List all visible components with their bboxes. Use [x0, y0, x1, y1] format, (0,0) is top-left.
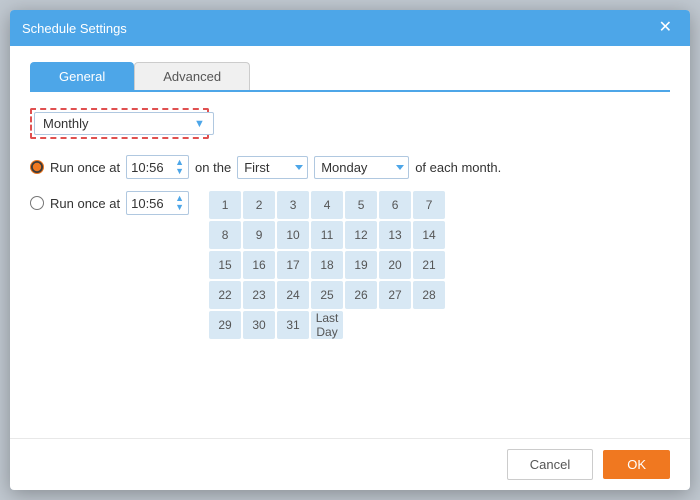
time-down-2[interactable]: ▼ [175, 203, 184, 212]
cal-day-19[interactable]: 19 [345, 251, 377, 279]
cal-day-28[interactable]: 28 [413, 281, 445, 309]
cal-day-10[interactable]: 10 [277, 221, 309, 249]
cal-day-5[interactable]: 5 [345, 191, 377, 219]
schedule-type-wrapper: Monthly Once Daily Weekly ▼ [30, 108, 209, 139]
cal-day-18[interactable]: 18 [311, 251, 343, 279]
calendar-grid: 1 2 3 4 5 6 7 8 9 10 11 12 13 14 15 16 1… [209, 191, 445, 339]
cal-day-9[interactable]: 9 [243, 221, 275, 249]
cal-day-6[interactable]: 6 [379, 191, 411, 219]
cal-day-21[interactable]: 21 [413, 251, 445, 279]
option2-row: Run once at ▲ ▼ [30, 191, 189, 215]
cal-day-13[interactable]: 13 [379, 221, 411, 249]
cancel-button[interactable]: Cancel [507, 449, 593, 480]
cal-day-4[interactable]: 4 [311, 191, 343, 219]
cal-day-2[interactable]: 2 [243, 191, 275, 219]
ok-button[interactable]: OK [603, 450, 670, 479]
cal-day-15[interactable]: 15 [209, 251, 241, 279]
cal-day-31[interactable]: 31 [277, 311, 309, 339]
cal-day-16[interactable]: 16 [243, 251, 275, 279]
cal-day-8[interactable]: 8 [209, 221, 241, 249]
time-input-wrapper-2: ▲ ▼ [126, 191, 189, 215]
cal-day-23[interactable]: 23 [243, 281, 275, 309]
ordinal-select[interactable]: First Second Third Fourth Last [237, 156, 308, 179]
option2-run-label: Run once at [50, 196, 120, 211]
time-down-1[interactable]: ▼ [175, 167, 184, 176]
time-spinner-1: ▲ ▼ [175, 158, 184, 176]
on-the-label: on the [195, 160, 231, 175]
time-input-1[interactable] [131, 160, 173, 175]
cal-day-26[interactable]: 26 [345, 281, 377, 309]
cal-day-29[interactable]: 29 [209, 311, 241, 339]
cal-day-27[interactable]: 27 [379, 281, 411, 309]
dialog-body: General Advanced Monthly Once Daily Week… [10, 46, 690, 438]
dialog: Schedule Settings ✕ General Advanced Mon… [10, 10, 690, 490]
schedule-type-select[interactable]: Monthly Once Daily Weekly [34, 112, 214, 135]
each-month-label: of each month. [415, 160, 501, 175]
cal-day-22[interactable]: 22 [209, 281, 241, 309]
schedule-type-container: Monthly Once Daily Weekly ▼ [30, 108, 670, 139]
option-row-2: Run once at ▲ ▼ [30, 191, 189, 339]
close-button[interactable]: ✕ [653, 18, 678, 38]
cal-day-24[interactable]: 24 [277, 281, 309, 309]
cal-day-12[interactable]: 12 [345, 221, 377, 249]
dialog-footer: Cancel OK [10, 438, 690, 490]
cal-day-3[interactable]: 3 [277, 191, 309, 219]
title-bar: Schedule Settings ✕ [10, 10, 690, 46]
option-row-1: Run once at ▲ ▼ on the First Second Thir… [30, 155, 670, 179]
cal-day-20[interactable]: 20 [379, 251, 411, 279]
cal-day-17[interactable]: 17 [277, 251, 309, 279]
day-select[interactable]: Monday Tuesday Wednesday Thursday Friday… [314, 156, 409, 179]
time-input-2[interactable] [131, 196, 173, 211]
cal-day-1[interactable]: 1 [209, 191, 241, 219]
cal-day-30[interactable]: 30 [243, 311, 275, 339]
cal-day-25[interactable]: 25 [311, 281, 343, 309]
radio-option2[interactable] [30, 196, 44, 210]
radio-option1[interactable] [30, 160, 44, 174]
tab-advanced[interactable]: Advanced [134, 62, 250, 90]
cal-last-day[interactable]: Last Day [311, 311, 343, 339]
dialog-title: Schedule Settings [22, 21, 127, 36]
cal-day-11[interactable]: 11 [311, 221, 343, 249]
option1-run-label: Run once at [50, 160, 120, 175]
time-input-wrapper-1: ▲ ▼ [126, 155, 189, 179]
tabs: General Advanced [30, 62, 670, 92]
calendar-section: Run once at ▲ ▼ 1 2 3 4 5 [30, 191, 670, 339]
cal-day-14[interactable]: 14 [413, 221, 445, 249]
tab-general[interactable]: General [30, 62, 134, 90]
time-spinner-2: ▲ ▼ [175, 194, 184, 212]
cal-day-7[interactable]: 7 [413, 191, 445, 219]
